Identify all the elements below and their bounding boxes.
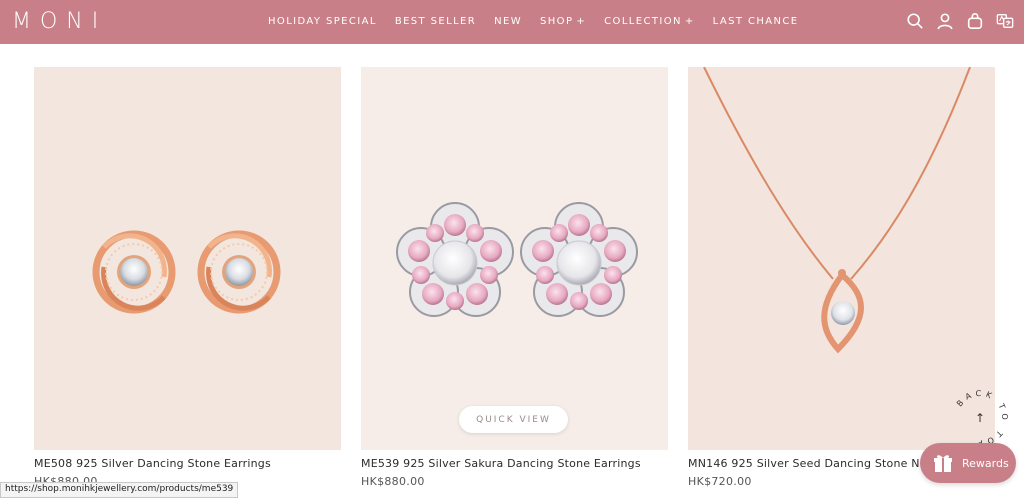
search-icon[interactable] [906, 10, 924, 32]
nav-best-seller[interactable]: BEST SELLER [395, 12, 476, 32]
nav-new[interactable]: NEW [494, 12, 522, 32]
product-card-me508[interactable] [34, 67, 341, 450]
gift-icon [934, 455, 952, 472]
translate-icon[interactable] [996, 10, 1014, 32]
expand-icon: + [684, 16, 695, 27]
nav-holiday-special[interactable]: HOLIDAY SPECIAL [268, 12, 377, 32]
nav-last-chance[interactable]: LAST CHANCE [713, 12, 799, 32]
product-price: HK$720.00 [688, 475, 752, 488]
product-title[interactable]: MN146 925 Silver Seed Dancing Stone Neck… [688, 457, 950, 470]
quick-view-button[interactable]: QUICK VIEW [459, 406, 568, 433]
cart-icon[interactable] [966, 10, 984, 32]
back-to-top-button[interactable]: BACK TO TOP ↑ [950, 388, 1010, 448]
account-icon[interactable] [936, 10, 954, 32]
expand-icon: + [576, 16, 587, 27]
product-image [703, 67, 971, 354]
rewards-label: Rewards [962, 456, 1009, 470]
nav-collection[interactable]: COLLECTION + [604, 12, 695, 32]
rewards-button[interactable]: Rewards [920, 443, 1016, 483]
product-card-me539[interactable] [361, 67, 668, 450]
header-icons [906, 10, 1014, 32]
product-price: HK$880.00 [361, 475, 425, 488]
logo[interactable]: MONI [12, 8, 107, 36]
nav-shop[interactable]: SHOP + [540, 12, 586, 32]
product-title[interactable]: ME508 925 Silver Dancing Stone Earrings [34, 457, 271, 470]
site-header: MONI HOLIDAY SPECIAL BEST SELLER NEW SHO… [0, 0, 1024, 44]
main-nav: HOLIDAY SPECIAL BEST SELLER NEW SHOP + CO… [268, 12, 816, 32]
product-card-mn146[interactable] [688, 67, 995, 450]
product-image [396, 202, 638, 317]
arrow-up-icon: ↑ [975, 411, 985, 425]
product-title[interactable]: ME539 925 Silver Sakura Dancing Stone Ea… [361, 457, 641, 470]
product-image [92, 230, 281, 314]
